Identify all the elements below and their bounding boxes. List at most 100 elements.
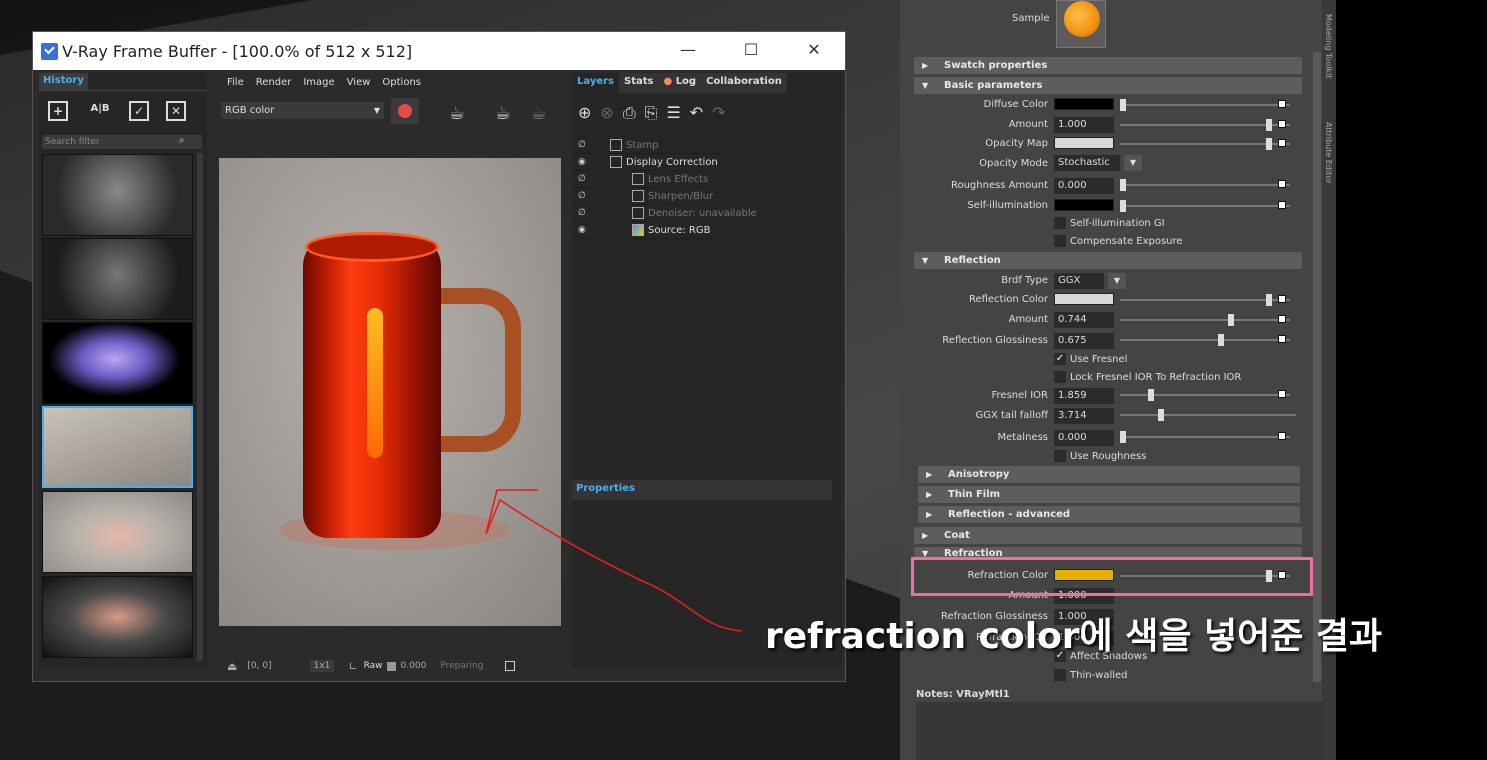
menu-options[interactable]: Options xyxy=(382,77,421,88)
load-layers-icon[interactable]: ⎘ xyxy=(645,103,667,122)
history-thumbnail[interactable] xyxy=(42,322,193,404)
menu-image[interactable]: Image xyxy=(303,77,334,88)
notes-textarea[interactable] xyxy=(916,702,1328,760)
opacity-mode-select[interactable]: Stochastic ▼ xyxy=(1054,155,1142,171)
slider-knob[interactable] xyxy=(1228,314,1234,326)
use-roughness-checkbox[interactable] xyxy=(1054,450,1066,462)
menu-render[interactable]: Render xyxy=(256,77,292,88)
section-anisotropy[interactable]: ▶ Anisotropy xyxy=(918,466,1300,483)
tab-history[interactable]: History xyxy=(39,73,88,90)
history-search-input[interactable]: Search filter xyxy=(42,135,202,149)
slider-knob[interactable] xyxy=(1158,409,1164,421)
layer-list-icon[interactable]: ☰ xyxy=(666,103,689,122)
refl-amount-slider[interactable] xyxy=(1120,314,1290,326)
delete-layer-icon[interactable]: ⊗ xyxy=(600,103,622,122)
opacity-color-swatch[interactable] xyxy=(1054,137,1114,149)
roughness-field[interactable]: 0.000 xyxy=(1054,178,1114,194)
tab-layers[interactable]: Layers xyxy=(572,73,619,93)
tab-collaboration[interactable]: Collaboration xyxy=(701,73,787,93)
save-layers-icon[interactable]: ⎙ xyxy=(623,103,645,122)
visibility-off-icon[interactable]: ∅ xyxy=(578,188,590,205)
section-thin-film[interactable]: ▶ Thin Film xyxy=(918,486,1300,503)
section-coat[interactable]: ▶ Coat xyxy=(914,527,1302,544)
tab-modeling-toolkit[interactable]: Modeling Toolkit xyxy=(1324,14,1333,78)
brdf-type-select[interactable]: GGX ▼ xyxy=(1054,273,1126,289)
section-reflection-advanced[interactable]: ▶ Reflection - advanced xyxy=(918,506,1300,523)
history-ab-compare-icon[interactable]: A|B xyxy=(87,101,113,121)
slider-knob[interactable] xyxy=(1148,389,1154,401)
title-bar[interactable]: V-Ray Frame Buffer - [100.0% of 512 x 51… xyxy=(33,32,845,70)
refl-amount-field[interactable]: 0.744 xyxy=(1054,312,1114,328)
history-save-icon[interactable]: + xyxy=(48,101,68,121)
amount-slider[interactable] xyxy=(1120,119,1290,131)
add-layer-icon[interactable]: ⊕ xyxy=(578,103,600,122)
close-button[interactable]: ✕ xyxy=(804,40,824,60)
use-fresnel-checkbox[interactable]: ✓ xyxy=(1054,353,1066,365)
self-illum-color-swatch[interactable] xyxy=(1054,199,1114,211)
slider-knob[interactable] xyxy=(1266,119,1272,131)
history-thumbnail-selected[interactable] xyxy=(42,406,193,488)
pick-icon[interactable]: ⏏ xyxy=(227,660,237,673)
map-button-icon[interactable] xyxy=(1278,120,1286,128)
map-button-icon[interactable] xyxy=(1278,180,1286,188)
map-button-icon[interactable] xyxy=(1278,201,1286,209)
section-basic-parameters[interactable]: ▼ Basic parameters xyxy=(914,77,1302,94)
roughness-slider[interactable] xyxy=(1120,179,1290,191)
slider-knob[interactable] xyxy=(1120,200,1126,212)
lock-fresnel-checkbox[interactable] xyxy=(1054,371,1066,383)
history-thumbnail[interactable] xyxy=(42,491,193,573)
log-icon[interactable] xyxy=(505,661,516,671)
search-icon[interactable]: ⌕ xyxy=(179,135,185,146)
stop-render-icon[interactable]: ☕ xyxy=(495,103,511,124)
map-button-icon[interactable] xyxy=(1278,390,1286,398)
undo-icon[interactable]: ↶ xyxy=(690,103,712,122)
compensate-exposure-checkbox[interactable] xyxy=(1054,235,1066,247)
channel-select[interactable]: RGB color ▼ xyxy=(221,102,384,119)
visibility-off-icon[interactable]: ∅ xyxy=(578,205,590,222)
fresnel-ior-field[interactable]: 1.859 xyxy=(1054,388,1114,404)
self-illum-gi-checkbox[interactable] xyxy=(1054,217,1066,229)
tab-properties[interactable]: Properties xyxy=(576,483,635,494)
history-thumbnail[interactable] xyxy=(42,576,193,658)
minimize-button[interactable]: — xyxy=(678,40,698,60)
visibility-off-icon[interactable]: ∅ xyxy=(578,171,590,188)
refl-gloss-field[interactable]: 0.675 xyxy=(1054,333,1114,349)
slider-knob[interactable] xyxy=(1218,334,1224,346)
visibility-on-icon[interactable]: ◉ xyxy=(578,222,590,239)
ggx-tail-slider[interactable] xyxy=(1120,409,1296,421)
thin-walled-checkbox[interactable] xyxy=(1054,669,1066,681)
curve-icon[interactable]: ∟ xyxy=(348,660,357,673)
interactive-render-icon[interactable]: ☕ xyxy=(449,103,465,124)
render-image[interactable] xyxy=(219,158,561,626)
map-button-icon[interactable] xyxy=(1278,295,1286,303)
section-swatch-properties[interactable]: ▶ Swatch properties xyxy=(914,57,1302,74)
render-button[interactable] xyxy=(391,98,419,124)
maximize-button[interactable]: ☐ xyxy=(741,40,761,60)
tab-attribute-editor[interactable]: Attribute Editor xyxy=(1324,122,1333,184)
layer-row[interactable]: ◉ Display Correction xyxy=(572,154,834,171)
self-illum-slider[interactable] xyxy=(1120,200,1290,212)
amount-field[interactable]: 1.000 xyxy=(1054,117,1114,133)
section-refraction[interactable]: ▼ Refraction xyxy=(914,547,1302,557)
map-button-icon[interactable] xyxy=(1278,432,1286,440)
visibility-on-icon[interactable]: ◉ xyxy=(578,154,590,171)
metalness-field[interactable]: 0.000 xyxy=(1054,430,1114,446)
render-region-icon[interactable]: ☕ xyxy=(531,103,547,124)
history-thumbnail[interactable] xyxy=(42,154,193,236)
diffuse-slider[interactable] xyxy=(1120,99,1290,111)
history-thumbnail[interactable] xyxy=(42,238,193,320)
visibility-off-icon[interactable]: ∅ xyxy=(578,137,590,154)
fresnel-ior-slider[interactable] xyxy=(1120,389,1290,401)
slider-knob[interactable] xyxy=(1120,99,1126,111)
map-button-icon[interactable] xyxy=(1278,335,1286,343)
layer-row[interactable]: ◉ Source: RGB xyxy=(572,222,834,239)
layer-row[interactable]: ∅ Denoiser: unavailable xyxy=(572,205,834,222)
history-delete-icon[interactable]: ✕ xyxy=(166,101,186,121)
map-button-icon[interactable] xyxy=(1278,100,1286,108)
history-load-icon[interactable]: ✓ xyxy=(129,101,149,121)
refl-gloss-slider[interactable] xyxy=(1120,334,1290,346)
layer-row[interactable]: ∅ Stamp xyxy=(572,137,834,154)
section-reflection[interactable]: ▼ Reflection xyxy=(914,252,1302,269)
opacity-slider[interactable] xyxy=(1120,138,1290,150)
slider-knob[interactable] xyxy=(1120,179,1126,191)
